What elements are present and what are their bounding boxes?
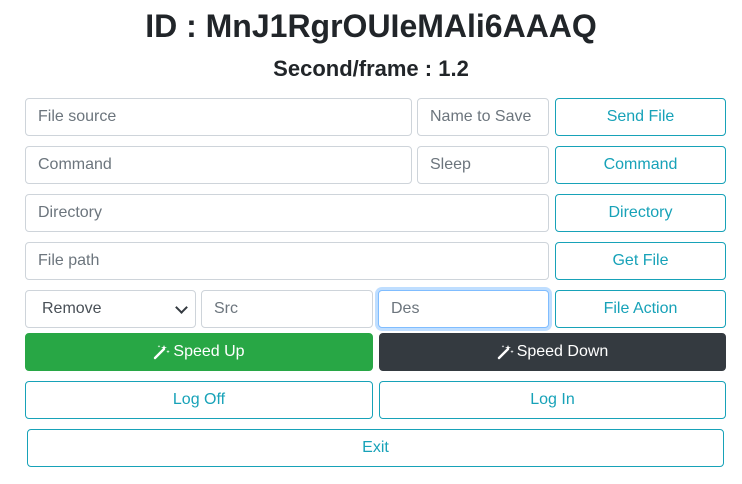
src-input[interactable] (201, 290, 373, 328)
log-off-button[interactable]: Log Off (25, 381, 373, 419)
speed-down-button[interactable]: Speed Down (379, 333, 726, 371)
directory-button[interactable]: Directory (555, 194, 726, 232)
exit-button[interactable]: Exit (27, 429, 724, 467)
speed-up-button[interactable]: Speed Up (25, 333, 373, 371)
file-source-input[interactable] (25, 98, 412, 136)
sleep-input[interactable] (417, 146, 549, 184)
file-action-button[interactable]: File Action (555, 290, 726, 328)
des-input[interactable] (378, 290, 549, 328)
log-in-button[interactable]: Log In (379, 381, 726, 419)
file-action-select[interactable]: Remove (25, 290, 196, 328)
command-input[interactable] (25, 146, 412, 184)
frame-rate-heading: Second/frame : 1.2 (273, 56, 469, 81)
command-button[interactable]: Command (555, 146, 726, 184)
directory-input[interactable] (25, 194, 549, 232)
send-file-button[interactable]: Send File (555, 98, 726, 136)
file-action-select-wrapper[interactable]: Remove (25, 290, 196, 328)
get-file-button[interactable]: Get File (555, 242, 726, 280)
client-id-heading: ID : MnJ1RgrOUIeMAli6AAAQ (145, 8, 597, 44)
magic-wand-icon (154, 345, 171, 360)
speed-down-label: Speed Down (516, 343, 609, 360)
name-to-save-input[interactable] (417, 98, 549, 136)
magic-wand-icon (497, 345, 514, 360)
speed-up-label: Speed Up (173, 343, 245, 360)
file-path-input[interactable] (25, 242, 549, 280)
